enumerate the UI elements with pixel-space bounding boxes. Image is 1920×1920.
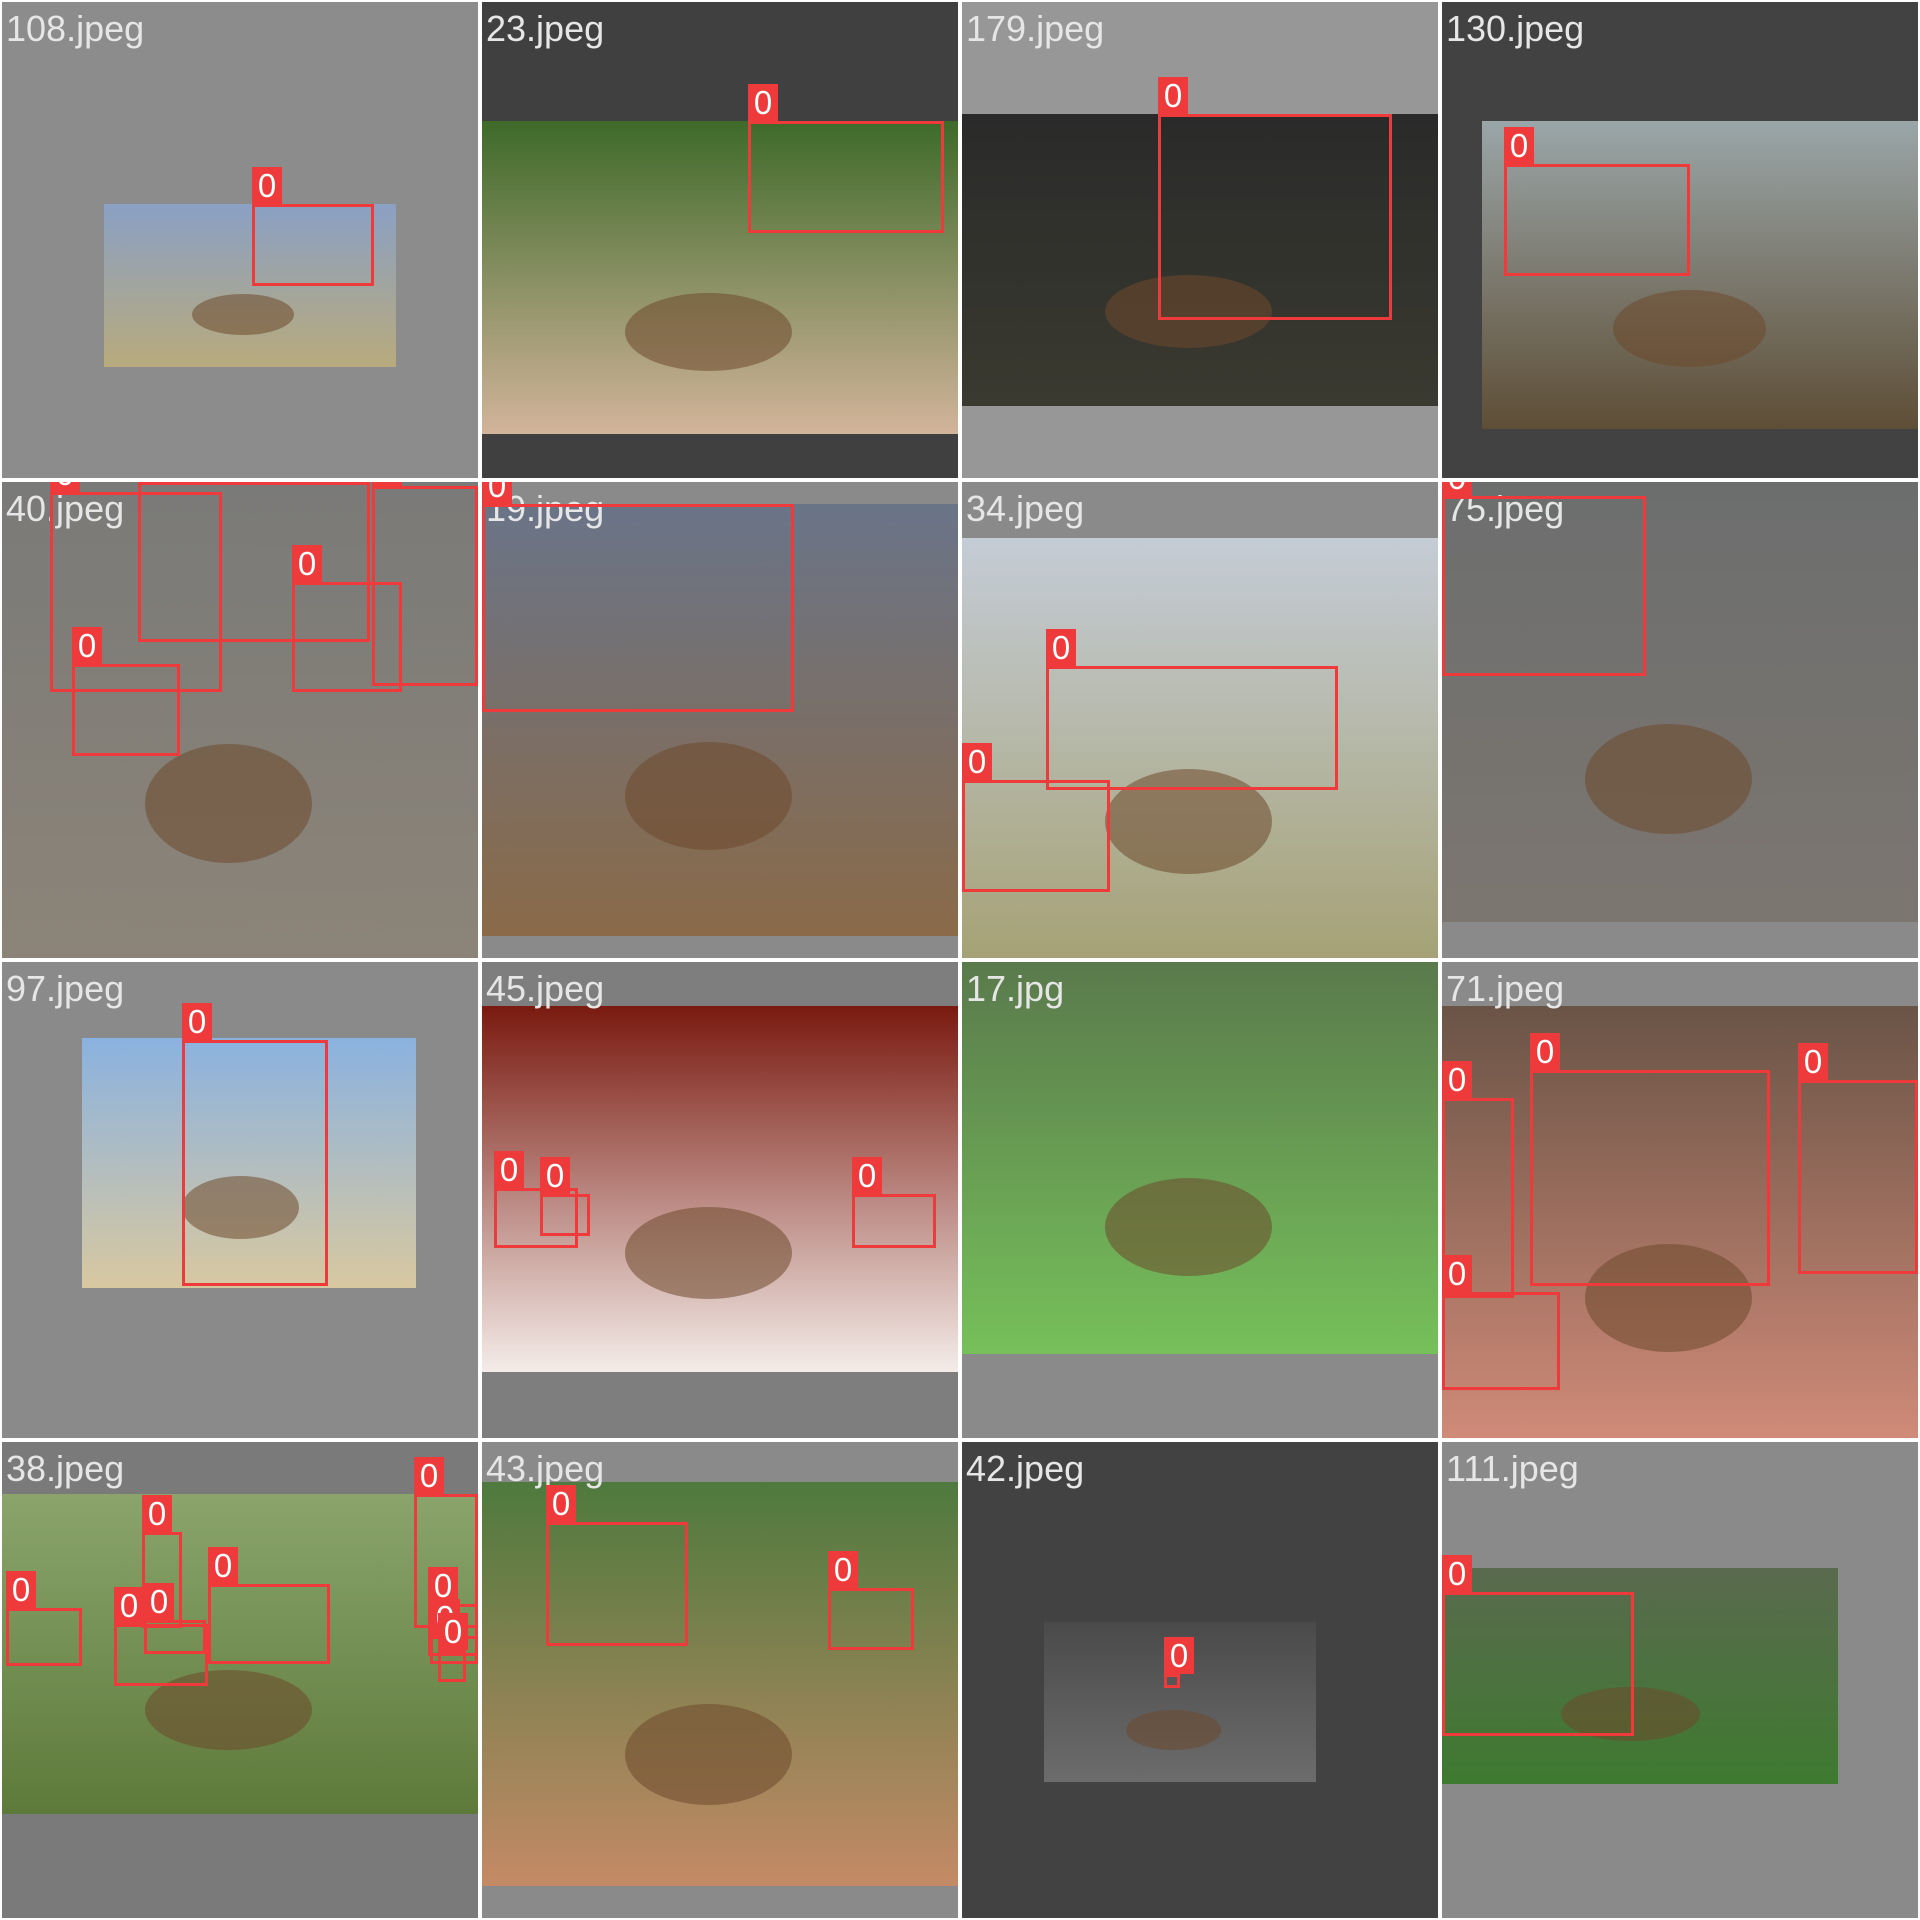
tile-filename: 97.jpeg <box>6 968 125 1009</box>
bounding-box: 0 <box>182 1003 328 1286</box>
mosaic-tile: 40.jpeg00000 <box>2 482 478 958</box>
tile-photo <box>962 962 1438 1354</box>
bounding-box-label: 0 <box>372 482 402 486</box>
tile-filename: 108.jpeg <box>6 8 145 49</box>
bounding-box-label: 0 <box>1442 1555 1472 1592</box>
bounding-box: 0 <box>1504 127 1690 276</box>
mosaic-tile: 42.jpeg 0 <box>962 1442 1438 1918</box>
mosaic-tile: 43.jpeg 0 0 <box>482 1442 958 1918</box>
bounding-box: 0 <box>546 1485 688 1646</box>
bounding-box: 0 <box>852 1157 936 1248</box>
bounding-box: 0 <box>482 482 794 712</box>
bounding-box-label: 0 <box>494 1151 524 1188</box>
mosaic-tile: 130.jpeg 0 <box>1442 2 1918 478</box>
bounding-box-label: 0 <box>142 1495 172 1532</box>
bounding-box-label: 0 <box>1442 1255 1472 1292</box>
bounding-box: 0 <box>72 627 180 756</box>
tile-filename: 34.jpeg <box>966 488 1085 529</box>
bounding-box-label: 0 <box>72 627 102 664</box>
tile-filename: 111.jpeg <box>1446 1448 1579 1489</box>
bounding-box: 0 <box>208 1547 330 1664</box>
bounding-box-label: 0 <box>828 1551 858 1588</box>
bounding-box-label: 0 <box>546 1485 576 1522</box>
bounding-box-label: 0 <box>182 1003 212 1040</box>
capybara-shape <box>145 744 312 863</box>
capybara-shape <box>1105 1178 1272 1276</box>
bounding-box-label: 0 <box>438 1613 468 1650</box>
bounding-box-label: 0 <box>1046 629 1076 666</box>
bounding-box: 0 <box>252 167 374 286</box>
bounding-box-label: 0 <box>114 1587 144 1624</box>
capybara-shape <box>625 1207 792 1299</box>
bounding-box: 0 <box>1442 1555 1634 1736</box>
bounding-box-label: 0 <box>414 1457 444 1494</box>
tile-filename: 17.jpg <box>966 968 1065 1009</box>
bounding-box-label: 0 <box>540 1157 570 1194</box>
bounding-box-label: 0 <box>1798 1043 1828 1080</box>
bounding-box: 0 <box>438 1613 468 1682</box>
mosaic-tile: 45.jpeg 0 0 0 <box>482 962 958 1438</box>
capybara-shape <box>192 294 294 335</box>
bounding-box-label: 0 <box>1164 1637 1194 1674</box>
capybara-shape <box>625 1704 792 1805</box>
bounding-box: 0 <box>748 84 944 233</box>
bounding-box: 0 <box>144 1583 206 1654</box>
bounding-box-label: 0 <box>252 167 282 204</box>
bounding-box: 0 <box>1164 1637 1194 1688</box>
capybara-shape <box>625 742 792 850</box>
capybara-shape <box>1126 1710 1221 1750</box>
tile-filename: 38.jpeg <box>6 1448 125 1489</box>
bounding-box: 0 <box>292 545 402 692</box>
tile-filename: 71.jpeg <box>1446 968 1565 1009</box>
bounding-box-label: 0 <box>748 84 778 121</box>
bounding-box: 0 <box>828 1551 914 1650</box>
bounding-box-label: 0 <box>1442 1061 1472 1098</box>
capybara-shape <box>625 293 792 371</box>
bounding-box: 0 <box>1798 1043 1918 1274</box>
mosaic-tile: 75.jpeg0 <box>1442 482 1918 958</box>
tile-filename: 179.jpeg <box>966 8 1105 49</box>
mosaic-tile: 71.jpeg 0 0 0 0 <box>1442 962 1918 1438</box>
bounding-box-label: 0 <box>6 1571 36 1608</box>
capybara-shape <box>1613 290 1766 367</box>
bounding-box: 0 <box>1442 482 1646 676</box>
tile-filename: 43.jpeg <box>486 1448 605 1489</box>
bounding-box-label: 0 <box>852 1157 882 1194</box>
mosaic-tile: 38.jpeg000000000 <box>2 1442 478 1918</box>
bounding-box: 0 <box>1442 1255 1560 1390</box>
bounding-box-label: 0 <box>482 482 512 504</box>
mosaic-tile: 97.jpeg 0 <box>2 962 478 1438</box>
bounding-box: 0 <box>1158 77 1392 320</box>
mosaic-tile: 17.jpg <box>962 962 1438 1438</box>
bounding-box-label: 0 <box>1158 77 1188 114</box>
bounding-box: 0 <box>540 1157 590 1236</box>
bounding-box: 0 <box>6 1571 82 1666</box>
bounding-box-label: 0 <box>1504 127 1534 164</box>
bounding-box-label: 0 <box>962 743 992 780</box>
mosaic-tile: 179.jpeg 0 <box>962 2 1438 478</box>
tile-filename: 130.jpeg <box>1446 8 1585 49</box>
bounding-box-label: 0 <box>292 545 322 582</box>
mosaic-tile: 23.jpeg 0 <box>482 2 958 478</box>
bounding-box-label: 0 <box>1442 482 1472 496</box>
bounding-box-label: 0 <box>1530 1033 1560 1070</box>
mosaic-tile: 108.jpeg 0 <box>2 2 478 478</box>
bounding-box-label: 0 <box>144 1583 174 1620</box>
capybara-shape <box>1585 724 1752 834</box>
mosaic-tile: 19.jpeg 0 <box>482 482 958 958</box>
bounding-box-label: 0 <box>208 1547 238 1584</box>
bounding-box: 0 <box>1530 1033 1770 1286</box>
tile-filename: 42.jpeg <box>966 1448 1085 1489</box>
bounding-box: 0 <box>962 743 1110 892</box>
tile-filename: 45.jpeg <box>486 968 605 1009</box>
bounding-box-label: 0 <box>50 482 80 492</box>
mosaic-tile: 34.jpeg 0 0 <box>962 482 1438 958</box>
mosaic-grid: 108.jpeg 0 23.jpeg 0 179.jpeg 0 130.jpeg 0 40.jp… <box>0 0 1920 1920</box>
bounding-box: 0 <box>1046 629 1338 790</box>
mosaic-tile: 111.jpeg 0 <box>1442 1442 1918 1918</box>
tile-filename: 23.jpeg <box>486 8 605 49</box>
